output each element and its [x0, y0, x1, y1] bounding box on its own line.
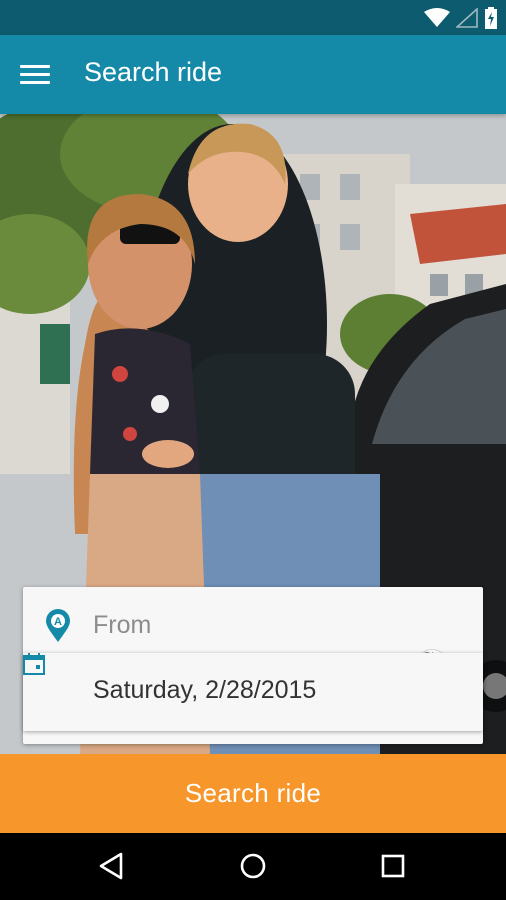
signal-icon	[456, 8, 478, 28]
page-title: Search ride	[84, 57, 223, 87]
status-icons	[424, 6, 498, 30]
app-bar: Search ride	[0, 35, 506, 114]
wifi-icon	[424, 8, 450, 27]
location-pin-icon: A	[46, 609, 70, 642]
from-placeholder: From	[93, 611, 152, 639]
hero-photo: A From B To	[0, 114, 506, 754]
pin-letter-a: A	[54, 616, 62, 628]
navigation-bar	[0, 833, 506, 900]
calendar-icon	[23, 653, 45, 675]
recents-icon[interactable]	[381, 854, 405, 878]
date-value: Saturday, 2/28/2015	[93, 676, 317, 704]
menu-icon[interactable]	[20, 59, 56, 89]
date-picker[interactable]: Saturday, 2/28/2015	[23, 653, 483, 731]
battery-icon	[485, 7, 497, 29]
home-icon[interactable]	[240, 853, 266, 879]
status-bar	[0, 0, 506, 35]
search-ride-label: Search ride	[184, 778, 322, 808]
back-icon[interactable]	[98, 852, 124, 880]
search-ride-button[interactable]: Search ride	[0, 754, 506, 833]
